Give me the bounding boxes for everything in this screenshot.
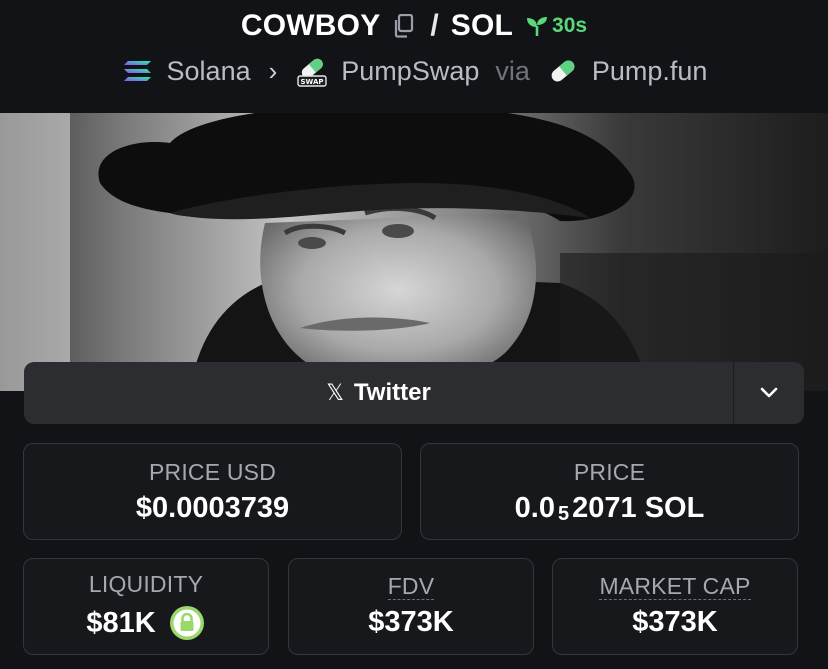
pumpswap-logo: SWAP [295,54,329,88]
chevron-right-icon: › [268,55,278,86]
liquidity-value: $81K [86,606,156,639]
price-native-zero-count: 5 [558,502,570,525]
quote-token-symbol: SOL [450,9,514,42]
pair-separator: / [430,9,439,42]
chain-name[interactable]: Solana [167,56,251,87]
more-links-toggle[interactable] [734,362,804,424]
twitter-link-bar: 𝕏 Twitter [24,362,804,424]
fdv-card[interactable]: FDV $373K [288,558,534,655]
via-label: via [495,55,530,86]
price-usd-card: PRICE USD $0.0003739 [23,443,402,540]
route-breadcrumb: Solana › SWAP PumpSwap via Pump.fun [0,51,828,91]
pill-icon [546,54,580,88]
token-header: COWBOY / SOL 30s Solana › SWAP PumpSwap … [0,0,828,113]
copy-icon[interactable] [392,13,414,38]
dex-name[interactable]: PumpSwap [341,56,479,87]
market-cap-card[interactable]: MARKET CAP $373K [552,558,798,655]
pair-title: COWBOY / SOL 30s [0,6,828,46]
lock-icon[interactable] [168,604,206,642]
price-usd-label: PRICE USD [148,458,277,485]
price-native-label: PRICE [573,458,646,485]
x-icon: 𝕏 [326,380,344,405]
twitter-label: Twitter [353,379,431,406]
price-usd-value: $0.0003739 [135,491,290,524]
svg-text:SWAP: SWAP [301,78,324,86]
pair-age-badge: 30s [525,14,587,38]
token-banner-image [0,113,828,391]
price-native-prefix: 0.0 [514,491,555,524]
seedling-icon [527,17,548,36]
base-token-symbol: COWBOY [240,9,381,42]
liquidity-value-row: $81K [86,604,205,642]
fdv-value: $373K [368,606,454,638]
twitter-button[interactable]: 𝕏 Twitter [24,362,733,424]
solana-logo [121,54,155,88]
launchpad-name[interactable]: Pump.fun [592,56,708,87]
price-native-card: PRICE 0.0 5 2071 SOL [420,443,799,540]
pair-age-text: 30s [552,14,588,37]
chevron-down-icon [760,387,778,398]
price-native-value: 0.0 5 2071 SOL [515,492,705,525]
fdv-label: FDV [387,573,435,600]
market-cap-label: MARKET CAP [599,573,751,600]
liquidity-card: LIQUIDITY $81K [23,558,269,655]
price-native-suffix: 2071 SOL [572,491,705,524]
market-cap-value: $373K [632,606,718,638]
liquidity-label: LIQUIDITY [88,571,204,597]
